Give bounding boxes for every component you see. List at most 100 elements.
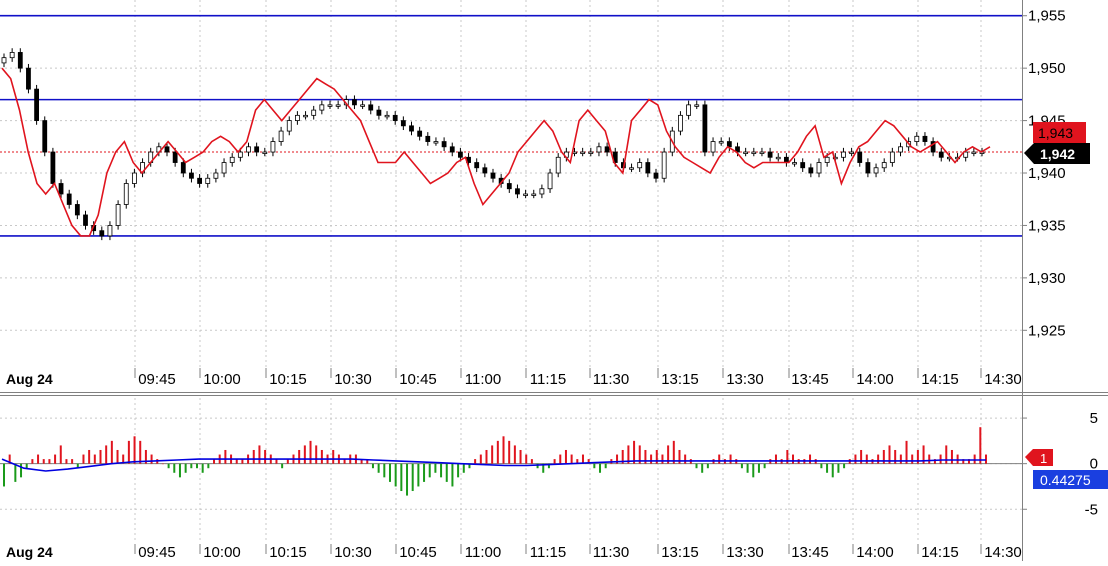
histogram-bar-positive [502,436,505,464]
histogram-bar-negative [3,463,5,487]
candle-bullish [792,162,797,165]
indicator-x-tick-label: 14:15 [921,544,959,561]
indicator-x-tick-label: 11:30 [593,544,629,561]
candle-bearish [515,188,520,195]
candle-bullish [229,156,235,163]
histogram-bar-positive [865,454,868,464]
candle-bullish [555,156,561,174]
histogram-bar-negative [440,463,443,478]
price-y-tick-label: 1,940 [1028,165,1066,182]
candle-bearish [392,114,398,121]
candle-bullish [115,204,121,226]
candle-bullish [718,141,724,144]
indicator-date-label: Aug 24 [6,544,53,560]
candle-bearish [457,151,463,158]
candle-bullish [246,146,251,153]
histogram-bar-positive [570,454,573,464]
candle-bullish [759,151,765,154]
price-x-tick-label: 10:00 [203,371,241,388]
candle-bearish [254,146,260,153]
candle-bearish [74,204,80,216]
histogram-bar-positive [65,459,68,464]
candle-bullish [637,162,643,169]
histogram-bar-positive [559,454,562,464]
candle-bullish [523,193,528,196]
histogram-bar-positive [264,449,267,464]
candle-bearish [409,125,414,132]
histogram-bar-positive [928,454,931,464]
candle-bullish [237,151,243,158]
histogram-bar-negative [831,463,834,478]
indicator-x-tick-label: 14:00 [856,544,894,561]
candle-bullish [123,183,129,205]
price-y-tick-label: 1,950 [1028,60,1066,77]
histogram-bar-negative [178,463,181,478]
candle-bearish [425,135,431,142]
candle-bearish [808,167,814,174]
histogram-bar-positive [496,440,499,464]
candle-bullish [335,104,341,107]
histogram-bar-positive [303,445,306,464]
candle-bearish [189,172,194,179]
histogram-bar-negative [388,463,391,482]
histogram-bar-negative [837,463,840,473]
histogram-bar-negative [184,463,187,473]
candle-bearish [441,141,447,148]
histogram-bar-negative [457,463,460,478]
price-date-label: Aug 24 [6,371,53,387]
candle-bullish [710,141,716,153]
candle-bullish [262,151,268,154]
candle-bearish [368,104,374,111]
histogram-bar-negative [757,463,760,473]
candle-bearish [34,88,39,121]
candle-bearish [653,172,659,179]
ma-price-badge: 1,943 [1033,122,1086,143]
indicator-x-tick-label: 13:15 [661,544,699,561]
candle-bearish [180,162,186,174]
histogram-bar-negative [462,463,465,473]
chart-area: 1,925 1,930 1,935 1,940 1,945 1,950 1,955 09:4… [0,0,1108,561]
histogram-bar-negative [706,463,709,469]
histogram-bar-negative [763,463,766,469]
histogram-bar-positive [127,440,130,464]
candle-bullish [580,151,586,154]
candle-bearish [767,151,773,158]
indicator-x-tick-label: 10:45 [399,544,437,561]
candle-bullish [270,141,276,153]
histogram-bar-positive [133,436,136,464]
histogram-bar-negative [428,463,431,478]
histogram-bar-positive [581,454,584,464]
histogram-bar-negative [423,463,426,482]
histogram-bar-positive [792,454,795,464]
price-x-tick-label: 11:30 [593,371,629,388]
histogram-bar-negative [383,463,386,478]
histogram-bar-positive [93,454,96,464]
histogram-bar-positive [320,449,323,464]
histogram-bar-positive [979,427,982,464]
candle-bullish [319,104,325,111]
histogram-bar-positive [54,454,57,464]
histogram-bar-negative [14,463,17,482]
histogram-bar-positive [224,449,227,464]
candle-bullish [661,151,667,179]
histogram-bar-positive [899,454,902,464]
candle-bearish [58,183,64,195]
histogram-bar-positive [59,445,62,464]
candle-bullish [278,130,284,142]
ma-price-label: 1,943 [1038,125,1073,141]
price-x-tick-label: 13:30 [726,371,764,388]
histogram-bar-positive [530,459,533,464]
indicator-x-tick-label: 09:45 [138,544,176,561]
histogram-bar-positive [684,454,687,464]
histogram-bar-negative [281,463,284,469]
candle-bullish [963,151,969,158]
histogram-bar-positive [332,449,335,464]
chart-background [0,0,1108,561]
price-x-tick-label: 11:00 [465,371,501,388]
histogram-bar-positive [508,440,511,464]
candle-bullish [686,104,691,116]
indicator-x-tick-label: 14:30 [984,544,1022,561]
price-y-tick-label: 1,930 [1028,270,1066,287]
candle-bullish [311,109,317,116]
indicator-ma-label: 0.44275 [1040,472,1091,488]
